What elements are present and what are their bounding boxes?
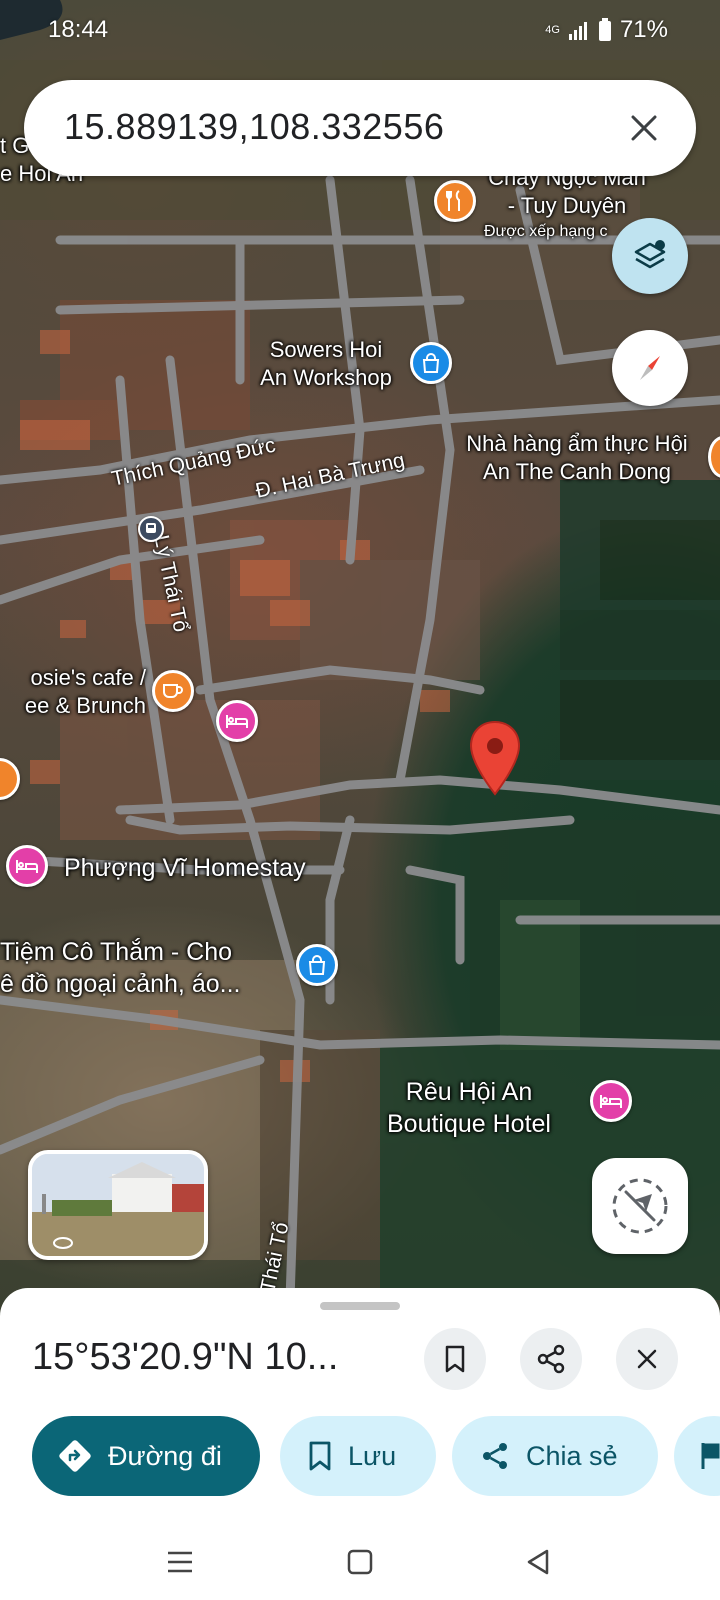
- clear-search-button[interactable]: [616, 100, 672, 156]
- share-icon: [537, 1344, 565, 1374]
- hotel-icon[interactable]: [6, 845, 48, 887]
- close-icon: [637, 1349, 657, 1369]
- shopping-bag-icon[interactable]: [296, 944, 338, 986]
- drag-handle[interactable]: [320, 1302, 400, 1310]
- system-navigation-bar: [0, 1522, 720, 1600]
- street-view-rotate-icon: [53, 1237, 73, 1249]
- poi-label-sowers-workshop[interactable]: Sowers Hoi An Workshop: [246, 336, 406, 392]
- bus-stop-icon[interactable]: [138, 516, 164, 542]
- save-label: Lưu: [348, 1440, 397, 1471]
- poi-label-cafe[interactable]: osie's cafe / ee & Brunch: [0, 664, 146, 720]
- directions-label: Đường đi: [108, 1440, 222, 1471]
- battery-level: 71%: [619, 16, 668, 43]
- home-square-icon: [347, 1549, 373, 1575]
- place-title: 15°53'20.9"N 10...: [32, 1336, 339, 1378]
- share-button[interactable]: Chia sẻ: [452, 1416, 658, 1496]
- street-view-thumbnail[interactable]: [28, 1150, 208, 1260]
- compass-button[interactable]: [612, 330, 688, 406]
- location-pin-icon[interactable]: [468, 720, 522, 798]
- layers-icon: [634, 240, 666, 269]
- poi-label-canh-dong[interactable]: Nhà hàng ẩm thực Hội An The Canh Dong: [442, 430, 712, 486]
- poi-label-tiem-co-tham[interactable]: Tiệm Cô Thắm - Cho ê đồ ngoại cảnh, áo..…: [0, 936, 240, 1000]
- poi-rating-note: Được xếp hạng c: [484, 223, 608, 240]
- back-triangle-icon: [527, 1549, 549, 1575]
- report-button[interactable]: [674, 1416, 720, 1496]
- search-bar[interactable]: 15.889139,108.332556: [24, 80, 696, 176]
- bookmark-icon: [309, 1441, 331, 1471]
- network-type: 4G: [545, 24, 560, 36]
- menu-icon: [168, 1551, 192, 1573]
- flag-icon: [701, 1443, 720, 1469]
- bookmark-icon: [445, 1345, 465, 1373]
- restaurant-icon[interactable]: [434, 180, 476, 222]
- share-icon-button[interactable]: [520, 1328, 582, 1390]
- home-button[interactable]: [340, 1544, 380, 1580]
- close-icon: [631, 115, 657, 141]
- save-button[interactable]: Lưu: [280, 1416, 436, 1496]
- close-sheet-button[interactable]: [616, 1328, 678, 1390]
- recent-apps-button[interactable]: [160, 1544, 200, 1580]
- place-bottom-sheet[interactable]: 15°53'20.9"N 10... Đường đi Lưu Chia sẻ: [0, 1288, 720, 1522]
- status-bar: 18:44 4G 71%: [0, 0, 720, 60]
- map-view[interactable]: Thích Quảng Đức Đ. Hai Bà Trưng Lý Thái …: [0, 0, 720, 1330]
- location-disabled-icon: [612, 1178, 668, 1234]
- signal-icon: [568, 22, 587, 40]
- poi-label-reu-hoi-an[interactable]: Rêu Hội An Boutique Hotel: [362, 1076, 576, 1140]
- layers-button[interactable]: [612, 218, 688, 294]
- hotel-icon[interactable]: [590, 1080, 632, 1122]
- directions-button[interactable]: Đường đi: [32, 1416, 260, 1496]
- status-time: 18:44: [48, 16, 109, 43]
- battery-icon: [598, 18, 611, 41]
- compass-icon: [640, 356, 660, 380]
- share-label: Chia sẻ: [526, 1440, 618, 1471]
- hotel-icon[interactable]: [216, 700, 258, 742]
- back-button[interactable]: [518, 1544, 558, 1580]
- shopping-bag-icon[interactable]: [410, 342, 452, 384]
- share-icon: [483, 1443, 507, 1469]
- my-location-button[interactable]: [592, 1158, 688, 1254]
- search-query[interactable]: 15.889139,108.332556: [64, 106, 444, 148]
- cafe-icon[interactable]: [152, 670, 194, 712]
- save-icon-button[interactable]: [424, 1328, 486, 1390]
- directions-icon: [59, 1440, 91, 1472]
- poi-label-phuong-vi-homestay[interactable]: Phượng Vĩ Homestay: [64, 854, 306, 882]
